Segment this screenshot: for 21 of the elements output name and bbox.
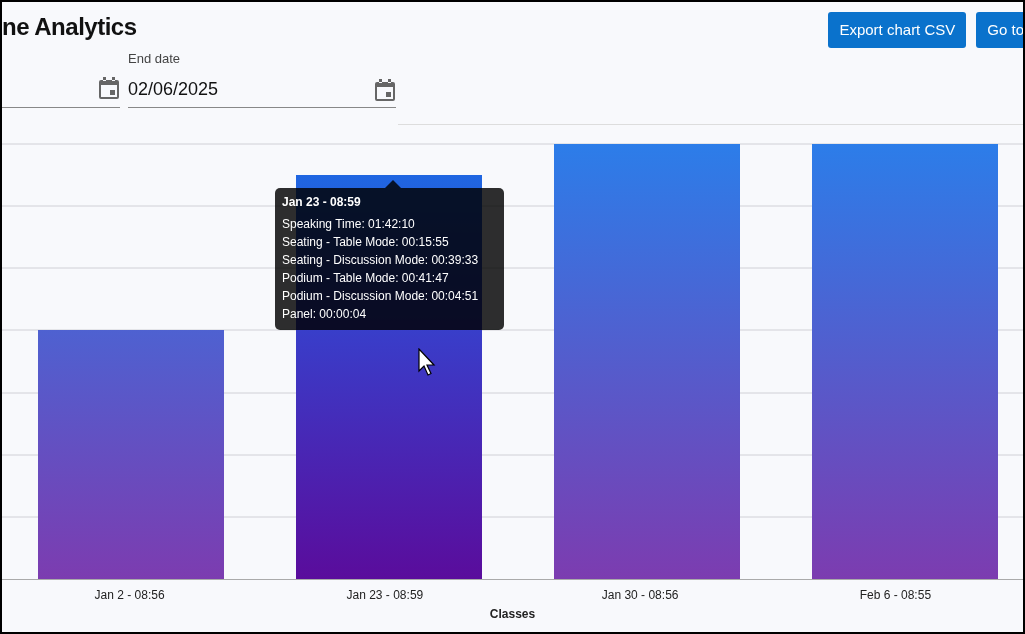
end-date-field[interactable]: End date 02/06/2025 [128, 48, 396, 108]
mouse-cursor-icon [418, 348, 436, 376]
calendar-icon[interactable] [374, 77, 396, 102]
x-axis-label: Jan 23 - 08:59 [346, 588, 424, 602]
tooltip-title: Jan 23 - 08:59 [282, 194, 362, 210]
tooltip-line: Speaking Time: 01:42:10 [282, 216, 416, 233]
x-axis-label: Jan 30 - 08:56 [601, 588, 679, 602]
x-axis-title: Classes [489, 607, 536, 621]
tooltip-line: Podium - Table Mode: 00:41:47 [282, 270, 450, 287]
end-date-label: End date [128, 50, 182, 68]
end-date-value: 02/06/2025 [128, 78, 219, 101]
x-axis-label: Jan 2 - 08:56 [94, 588, 165, 602]
calendar-icon[interactable] [98, 76, 120, 100]
x-axis-label: Feb 6 - 08:55 [859, 588, 932, 602]
tooltip-line: Panel: 00:00:04 [282, 306, 368, 323]
tooltip-line: Seating - Discussion Mode: 00:39:33 [282, 252, 480, 269]
export-button[interactable]: Export chart CSV [828, 12, 967, 48]
page-title: ne Analytics [2, 12, 137, 42]
go-to-button[interactable]: Go to [976, 12, 1023, 48]
tooltip-line: Seating - Table Mode: 00:15:55 [282, 234, 450, 251]
tooltip-line: Podium - Discussion Mode: 00:04:51 [282, 288, 480, 305]
